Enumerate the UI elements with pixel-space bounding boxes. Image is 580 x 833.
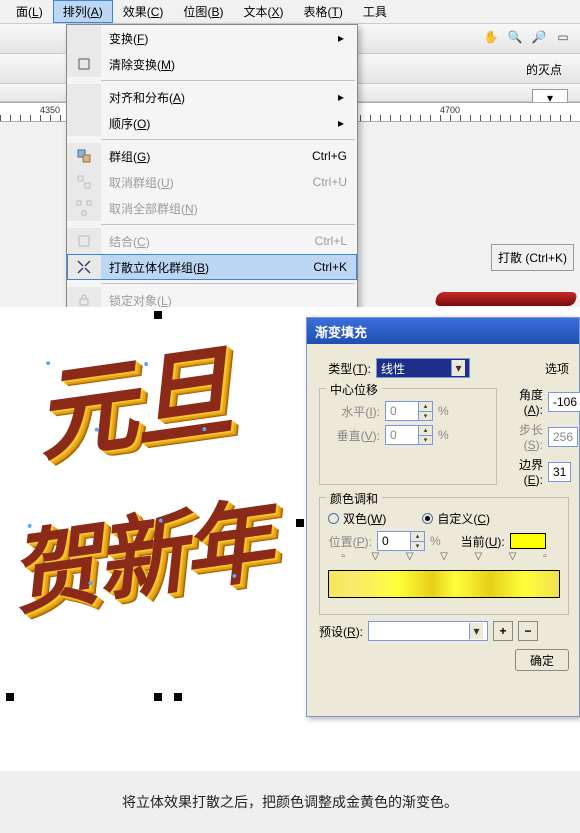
dd-separator — [101, 283, 355, 284]
fit-page-icon[interactable]: ▭ — [554, 28, 572, 46]
preset-label: 预设(R): — [319, 623, 363, 640]
ok-button[interactable]: 确定 — [515, 649, 569, 671]
center-offset-title: 中心位移 — [326, 381, 382, 398]
ruler-mark-right: 4700 — [440, 105, 460, 115]
selection-handle[interactable] — [174, 693, 182, 701]
app-top-section: 面(L) 排列(A) 效果(C) 位图(B) 文本(X) 表格(T) 工具 ✋ … — [0, 0, 580, 307]
dd-break-apart[interactable]: 打散立体化群组(B) Ctrl+K — [67, 254, 357, 280]
gradient-markers: ▫▽▽▽▽▽▫ — [328, 551, 560, 562]
text-line-2[interactable]: 贺新年 — [0, 467, 277, 632]
tutorial-caption: 将立体效果打散之后，把颜色调整成金黄色的渐变色。 — [0, 771, 580, 833]
dialog-title: 渐变填充 — [307, 318, 579, 344]
canvas-object-partial — [434, 292, 578, 306]
menu-table[interactable]: 表格(T) — [293, 0, 352, 23]
blend-group: 颜色调和 双色(W) 自定义(C) 位置(P): 0▴▾ % 当前(U): ▫▽… — [319, 497, 569, 615]
hand-icon[interactable]: ✋ — [482, 28, 500, 46]
steps-label: 步长(S): — [503, 421, 543, 452]
menu-bitmap[interactable]: 位图(B) — [173, 0, 233, 23]
vert-label: 垂直(V): — [328, 427, 380, 444]
horiz-label: 水平(I): — [328, 403, 380, 420]
menubar: 面(L) 排列(A) 效果(C) 位图(B) 文本(X) 表格(T) 工具 — [0, 0, 580, 24]
menu-tools[interactable]: 工具 — [353, 0, 397, 23]
dd-separator — [101, 139, 355, 140]
dd-order[interactable]: 顺序(O) ▸ — [67, 110, 357, 136]
fountain-fill-dialog: 渐变填充 类型(T): 线性▾ 选项 中心位移 水平(I): 0▴▾ % 垂直( — [306, 317, 580, 717]
two-color-radio[interactable]: 双色(W) — [328, 510, 386, 527]
arrange-dropdown: 变换(F) ▸ 清除变换(M) 对齐和分布(A) ▸ 顺序(O) ▸ 群组(G)… — [66, 24, 358, 307]
angle-label: 角度(A): — [503, 386, 543, 417]
custom-radio[interactable]: 自定义(C) — [422, 510, 490, 527]
dd-combine[interactable]: 结合(C) Ctrl+L — [67, 228, 357, 254]
canvas-artwork[interactable]: 元旦 贺新年 — [8, 313, 302, 707]
dd-separator — [101, 80, 355, 81]
selection-handle[interactable] — [296, 519, 304, 527]
dd-transform[interactable]: 变换(F) ▸ — [67, 25, 357, 51]
zoom-out-icon[interactable]: 🔎 — [530, 28, 548, 46]
vanish-point-label: 的灭点 — [526, 61, 562, 78]
dd-clear-transform[interactable]: 清除变换(M) — [67, 51, 357, 77]
dd-ungroup-all[interactable]: 取消全部群组(N) — [67, 195, 357, 221]
current-color-swatch[interactable] — [510, 533, 546, 549]
selection-handle[interactable] — [154, 311, 162, 319]
type-label: 类型(T): — [319, 360, 371, 377]
options-label: 选项 — [545, 360, 569, 377]
angle-input[interactable]: -106 — [548, 392, 580, 412]
horiz-input[interactable]: 0▴▾ — [385, 401, 433, 421]
lower-section: 元旦 贺新年 渐变填充 类型(T): 线性▾ 选项 中心位移 水平(I): 0▴… — [0, 307, 580, 771]
center-offset-group: 中心位移 水平(I): 0▴▾ % 垂直(V): 0▴▾ % — [319, 388, 497, 485]
edge-label: 边界(E): — [503, 456, 543, 487]
dd-align[interactable]: 对齐和分布(A) ▸ — [67, 84, 357, 110]
edge-input[interactable]: 31 — [548, 462, 571, 482]
selection-handle[interactable] — [154, 693, 162, 701]
menu-face[interactable]: 面(L) — [6, 0, 53, 23]
menu-text[interactable]: 文本(X) — [233, 0, 293, 23]
preset-remove-button[interactable]: − — [518, 621, 538, 641]
preset-dropdown[interactable]: ▾ — [368, 621, 488, 641]
preset-add-button[interactable]: + — [493, 621, 513, 641]
pos-label: 位置(P): — [328, 533, 372, 550]
gradient-preview[interactable] — [328, 570, 560, 598]
type-dropdown[interactable]: 线性▾ — [376, 358, 470, 378]
dd-lock[interactable]: 锁定对象(L) — [67, 287, 357, 307]
selection-handle[interactable] — [6, 693, 14, 701]
blend-title: 颜色调和 — [326, 490, 382, 507]
dd-group[interactable]: 群组(G) Ctrl+G — [67, 143, 357, 169]
menu-arrange[interactable]: 排列(A) — [53, 0, 113, 23]
vert-input[interactable]: 0▴▾ — [385, 425, 433, 445]
dd-separator — [101, 224, 355, 225]
tooltip-break: 打散 (Ctrl+K) — [491, 244, 574, 271]
steps-input[interactable]: 256 — [548, 427, 578, 447]
pos-input[interactable]: 0▴▾ — [377, 531, 425, 551]
dd-ungroup[interactable]: 取消群组(U) Ctrl+U — [67, 169, 357, 195]
text-line-1[interactable]: 元旦 — [25, 310, 237, 481]
current-label: 当前(U): — [461, 533, 505, 550]
ruler-mark-left: 4350 — [40, 105, 60, 115]
zoom-in-icon[interactable]: 🔍 — [506, 28, 524, 46]
menu-effects[interactable]: 效果(C) — [113, 0, 174, 23]
